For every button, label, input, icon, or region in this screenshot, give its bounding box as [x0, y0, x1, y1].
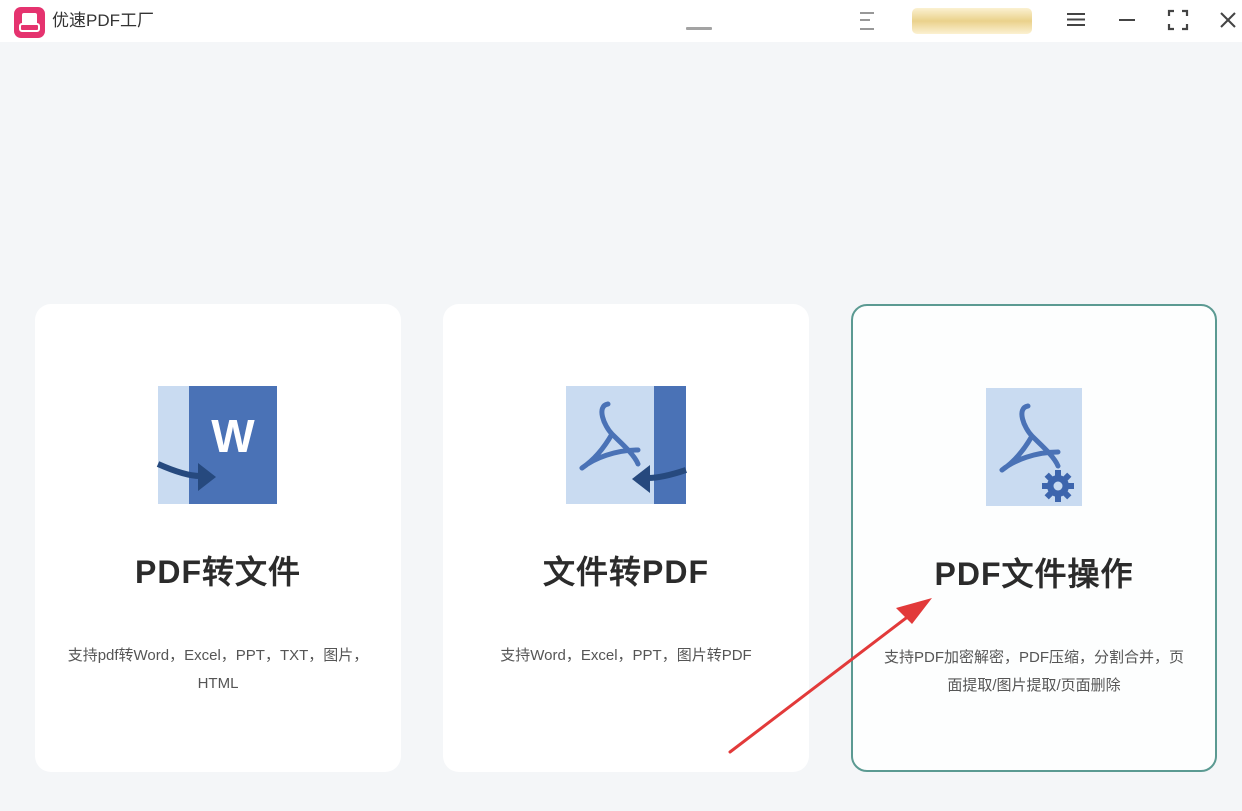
- app-logo-icon: [14, 7, 45, 38]
- card-file-to-pdf[interactable]: 文件转PDF 支持Word，Excel，PPT，图片转PDF: [443, 304, 809, 772]
- card-pdf-operations[interactable]: PDF文件操作 支持PDF加密解密，PDF压缩，分割合并，页面提取/图片提取/页…: [851, 304, 1217, 772]
- card-title: PDF文件操作: [934, 556, 1134, 592]
- pdf-to-word-icon: W: [156, 384, 280, 508]
- blurred-toolbar-item: [686, 27, 712, 30]
- card-description: 支持PDF加密解密，PDF压缩，分割合并，页面提取/图片提取/页面删除: [883, 649, 1184, 694]
- pdf-settings-icon: [972, 386, 1096, 510]
- card-description: 支持Word，Excel，PPT，图片转PDF: [500, 647, 752, 664]
- app-title: 优速PDF工厂: [52, 11, 154, 30]
- card-pdf-to-file[interactable]: W PDF转文件 支持pdf转Word，Excel，PPT，TXT，图片，HTM…: [35, 304, 401, 772]
- minimize-icon[interactable]: [1111, 4, 1143, 36]
- vip-banner[interactable]: [912, 8, 1032, 34]
- title-bar: 优速PDF工厂: [0, 0, 1242, 42]
- file-to-pdf-icon: [564, 384, 688, 508]
- close-icon[interactable]: [1212, 4, 1242, 36]
- menu-icon[interactable]: [1060, 4, 1092, 36]
- card-description: 支持pdf转Word，Excel，PPT，TXT，图片，HTML: [67, 647, 369, 692]
- card-title: 文件转PDF: [542, 554, 709, 590]
- card-title: PDF转文件: [134, 554, 301, 590]
- maximize-icon[interactable]: [1162, 4, 1194, 36]
- svg-text:W: W: [211, 410, 255, 462]
- document-icon[interactable]: [858, 10, 876, 32]
